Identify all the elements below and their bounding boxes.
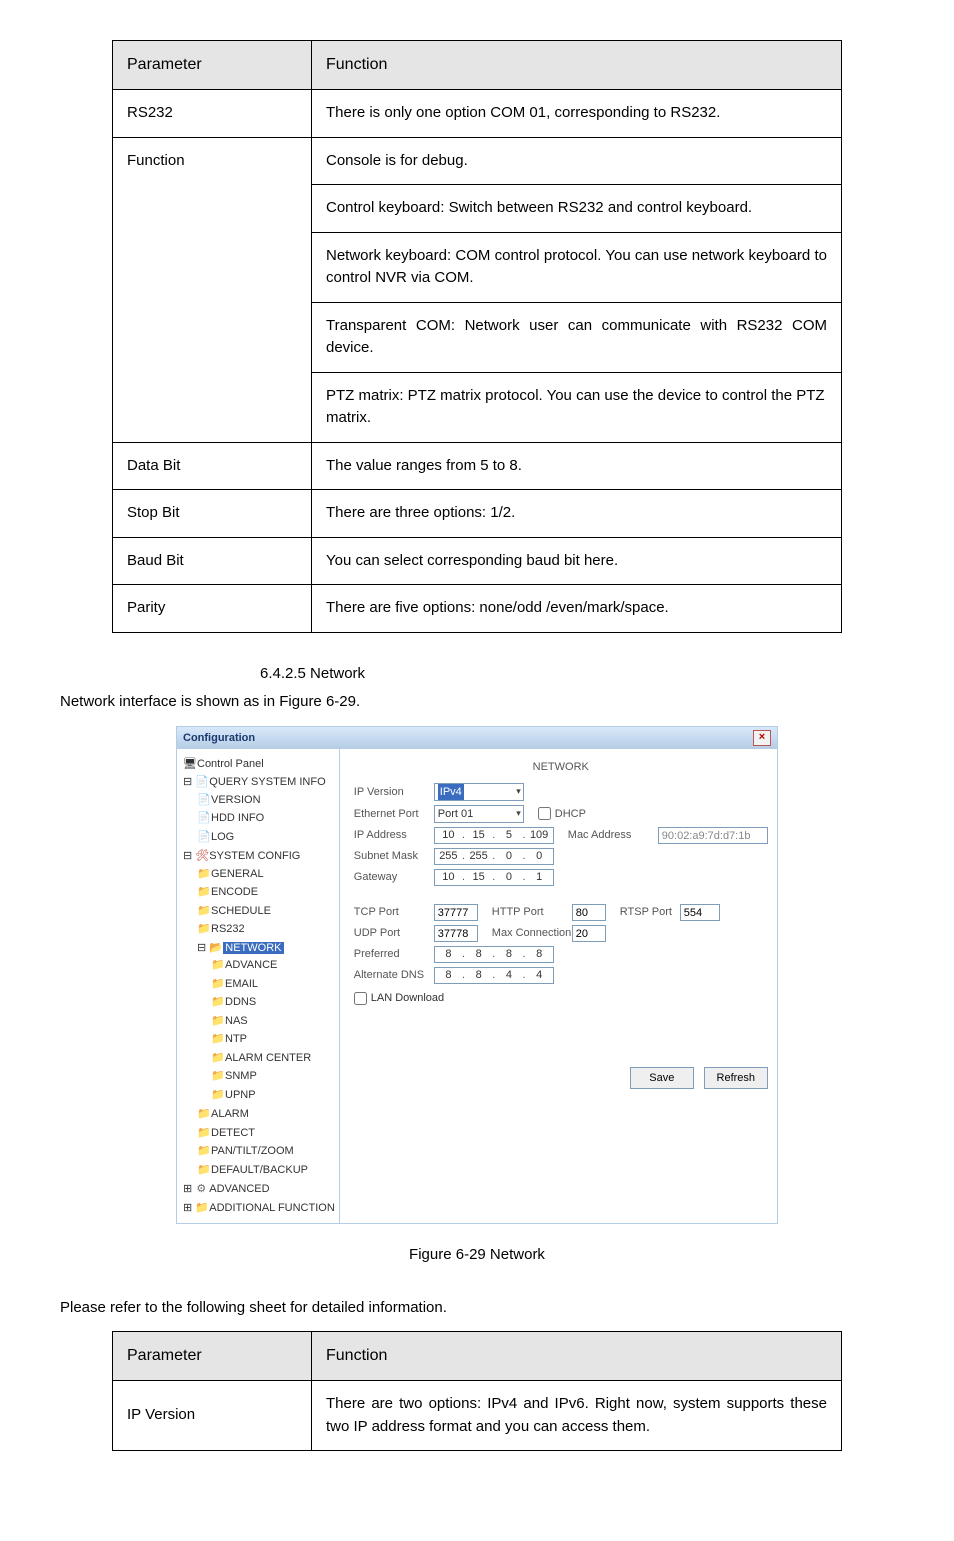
rtsp-port-label: RTSP Port [620,904,680,921]
tree-query-system-info[interactable]: QUERY SYSTEM INFO [209,776,325,788]
gateway-label: Gateway [354,869,434,886]
body-text: Please refer to the following sheet for … [60,1297,894,1320]
udp-port-input[interactable] [434,925,478,942]
network-config-window: Configuration × 🖥Control Panel ⊟ 📄QUERY … [176,726,778,1225]
mac-address-value [658,827,768,844]
col-header-function: Function [312,41,842,90]
tree-item[interactable]: ADVANCE [225,959,277,971]
tree-item[interactable]: NTP [225,1033,247,1045]
network-form: NETWORK IP Version IPv4 Ethernet Port Po… [340,749,782,1224]
tree-item[interactable]: ALARM CENTER [225,1052,311,1064]
dhcp-checkbox[interactable] [538,807,551,820]
func-cell: Console is for debug. [312,137,842,185]
figure-caption: Figure 6-29 Network [60,1244,894,1267]
tree-item-network[interactable]: NETWORK [223,942,283,954]
gateway-input[interactable]: 10. 15. 0. 1 [434,869,554,886]
col-header-parameter: Parameter [113,1332,312,1381]
rtsp-port-input[interactable] [680,904,720,921]
tree-item[interactable]: EMAIL [225,978,258,990]
func-cell: Transparent COM: Network user can commun… [312,302,842,372]
subnet-mask-label: Subnet Mask [354,848,434,865]
param-cell: Stop Bit [113,490,312,538]
tree-item[interactable]: GENERAL [211,868,264,880]
ip-address-label: IP Address [354,827,434,844]
tree-item[interactable]: ALARM [211,1108,249,1120]
tree-item[interactable]: DETECT [211,1127,255,1139]
body-text: Network interface is shown as in Figure … [60,691,894,714]
tcp-port-input[interactable] [434,904,478,921]
param-cell: IP Version [113,1381,312,1451]
preferred-dns-input[interactable]: 8. 8. 8. 8 [434,946,554,963]
tree-item[interactable]: DDNS [225,996,256,1008]
preferred-dns-label: Preferred [354,946,434,963]
udp-port-label: UDP Port [354,925,434,942]
lan-download-checkbox[interactable] [354,992,367,1005]
func-cell: The value ranges from 5 to 8. [312,442,842,490]
func-cell: There are three options: 1/2. [312,490,842,538]
close-icon[interactable]: × [753,730,771,746]
http-port-input[interactable] [572,904,606,921]
tree-item[interactable]: LOG [211,831,234,843]
tree-item[interactable]: DEFAULT/BACKUP [211,1164,308,1176]
tree-item[interactable]: UPNP [225,1089,256,1101]
tree-root[interactable]: Control Panel [197,758,264,770]
tree-item[interactable]: SCHEDULE [211,905,271,917]
param-cell: Parity [113,585,312,633]
col-header-parameter: Parameter [113,41,312,90]
alternate-dns-label: Alternate DNS [354,967,434,984]
func-cell: You can select corresponding baud bit he… [312,537,842,585]
tree-item[interactable]: ENCODE [211,886,258,898]
func-cell: There is only one option COM 01, corresp… [312,90,842,138]
col-header-function: Function [312,1332,842,1381]
tree-advanced[interactable]: ADVANCED [209,1183,269,1195]
tree-item[interactable]: SNMP [225,1070,257,1082]
max-connection-label: Max Connection [492,925,572,942]
tree-item[interactable]: RS232 [211,923,245,935]
tree-item[interactable]: VERSION [211,794,261,806]
section-heading: 6.4.2.5 Network [260,663,894,686]
subnet-mask-input[interactable]: 255. 255. 0. 0 [434,848,554,865]
window-titlebar: Configuration × [177,727,777,749]
navigation-tree[interactable]: 🖥Control Panel ⊟ 📄QUERY SYSTEM INFO 📄VER… [177,749,340,1224]
mac-address-label: Mac Address [568,827,658,844]
ip-version-select[interactable]: IPv4 [434,783,524,801]
ip-version-label: IP Version [354,784,434,801]
ethernet-port-label: Ethernet Port [354,806,434,823]
rs232-param-table: Parameter Function RS232 There is only o… [112,40,842,633]
http-port-label: HTTP Port [492,904,572,921]
func-cell: Control keyboard: Switch between RS232 a… [312,185,842,233]
save-button[interactable]: Save [630,1067,694,1089]
param-cell: Data Bit [113,442,312,490]
alternate-dns-input[interactable]: 8. 8. 4. 4 [434,967,554,984]
tree-item[interactable]: NAS [225,1015,248,1027]
tcp-port-label: TCP Port [354,904,434,921]
lan-download-label: LAN Download [371,990,444,1007]
param-cell: Baud Bit [113,537,312,585]
ethernet-port-select[interactable]: Port 01 [434,805,524,823]
network-param-table: Parameter Function IP Version There are … [112,1331,842,1451]
tree-item[interactable]: HDD INFO [211,812,264,824]
tree-additional-function[interactable]: ADDITIONAL FUNCTION [209,1202,335,1214]
param-cell: RS232 [113,90,312,138]
tree-system-config[interactable]: SYSTEM CONFIG [209,850,300,862]
func-cell: PTZ matrix: PTZ matrix protocol. You can… [312,372,842,442]
window-title: Configuration [183,727,255,749]
ip-address-input[interactable]: 10. 15. 5. 109 [434,827,554,844]
func-cell: There are two options: IPv4 and IPv6. Ri… [312,1381,842,1451]
func-cell: Network keyboard: COM control protocol. … [312,232,842,302]
max-connection-input[interactable] [572,925,606,942]
func-cell: There are five options: none/odd /even/m… [312,585,842,633]
dhcp-label: DHCP [555,808,586,820]
tree-item[interactable]: PAN/TILT/ZOOM [211,1145,294,1157]
param-cell: Function [113,137,312,442]
refresh-button[interactable]: Refresh [704,1067,768,1089]
section-title: NETWORK [354,759,768,776]
